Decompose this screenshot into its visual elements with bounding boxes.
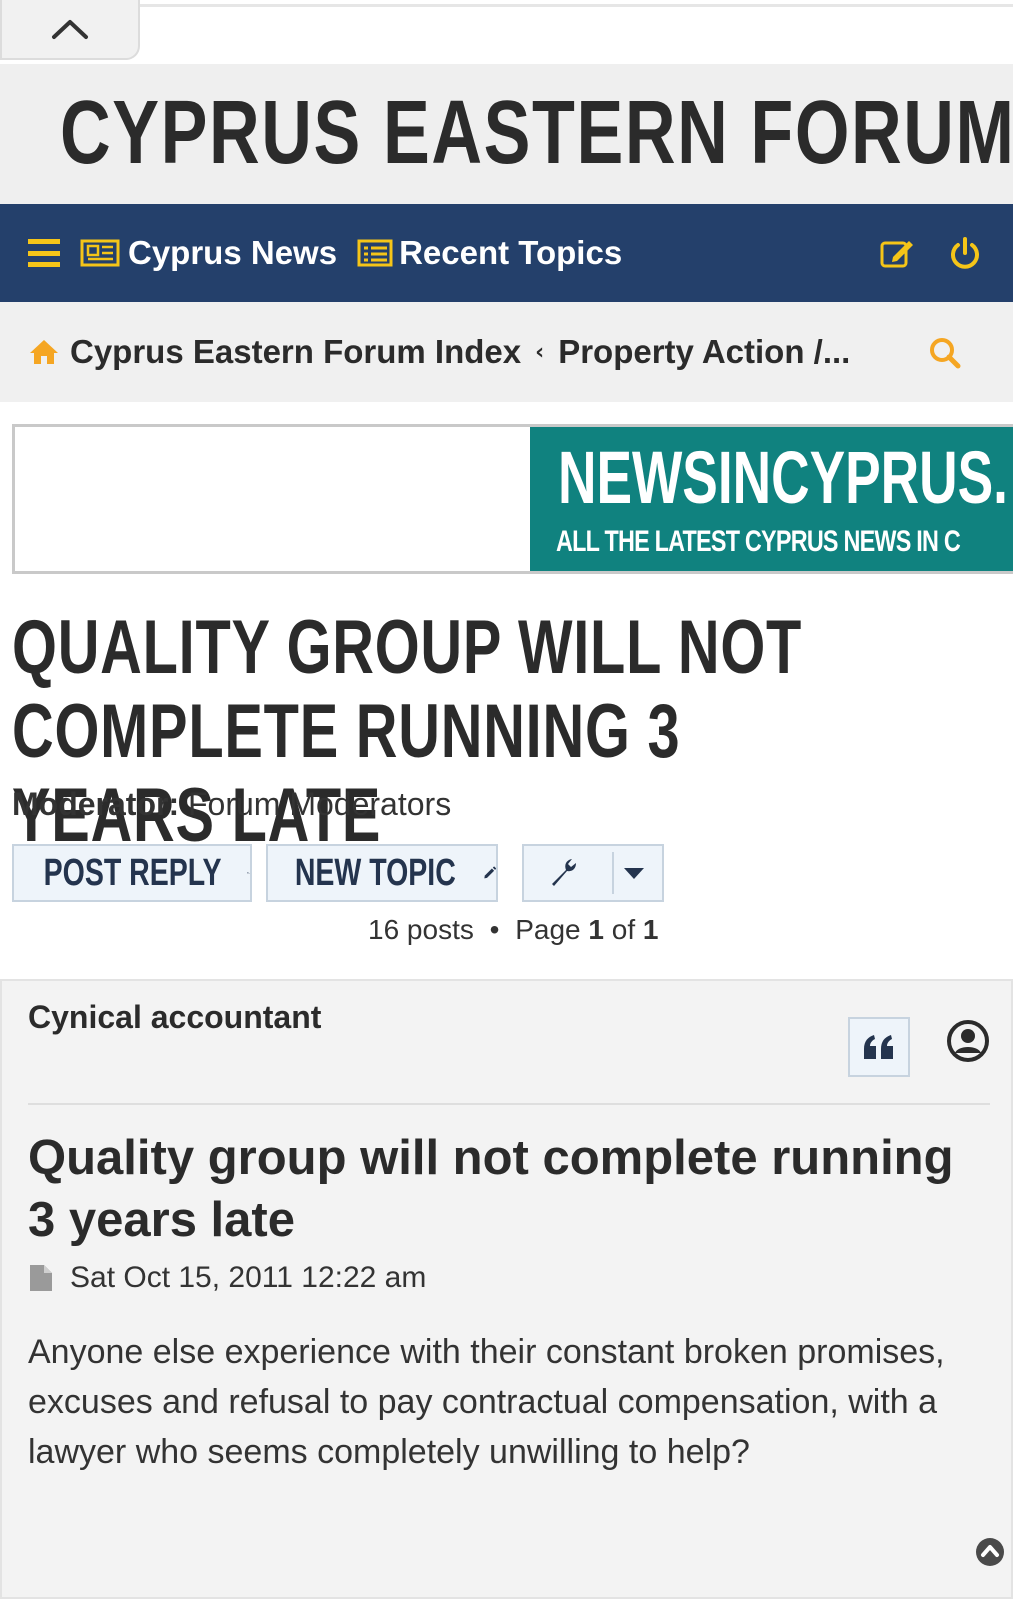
breadcrumb-item-index[interactable]: Cyprus Eastern Forum Index <box>70 333 521 371</box>
post-body: Anyone else experience with their consta… <box>28 1333 945 1471</box>
quote-icon <box>864 1035 893 1059</box>
page-total: 1 <box>642 914 659 945</box>
post-reply-label: POST REPLY <box>43 851 222 894</box>
quote-button[interactable] <box>848 1017 910 1077</box>
post-count: 16 posts <box>368 914 474 945</box>
post-meta: Sat Oct 15, 2011 12:22 am <box>30 1261 426 1295</box>
site-title[interactable]: CYPRUS EASTERN FORUM <box>60 88 1013 178</box>
site-banner: CYPRUS EASTERN FORUM <box>0 64 1013 204</box>
caret-down-icon[interactable] <box>624 868 644 880</box>
ad-panel: NEWSINCYPRUS. ALL THE LATEST CYPRUS NEWS… <box>530 427 1013 571</box>
new-topic-button[interactable]: NEW TOPIC <box>266 844 498 902</box>
moderator-value[interactable]: Forum Moderators <box>188 786 451 822</box>
ad-title: NEWSINCYPRUS. <box>558 436 1008 519</box>
nav-item-recent-topics[interactable]: Recent Topics <box>357 234 622 272</box>
topic-tools-button[interactable] <box>522 844 664 902</box>
reply-icon <box>247 872 250 874</box>
post-date: Sat Oct 15, 2011 12:22 am <box>70 1261 427 1294</box>
power-icon[interactable] <box>949 236 981 270</box>
of-label: of <box>611 914 636 945</box>
new-topic-label: NEW TOPIC <box>294 851 456 894</box>
pencil-icon <box>483 866 496 879</box>
breadcrumb: Cyprus Eastern Forum Index ‹ Property Ac… <box>0 302 1013 402</box>
home-icon[interactable] <box>28 338 60 366</box>
nav-item-label: Recent Topics <box>399 234 623 271</box>
wrench-icon <box>552 859 576 886</box>
file-icon[interactable] <box>30 1265 52 1291</box>
newspaper-icon <box>80 239 120 267</box>
pagination: 16 posts • Page 1 of 1 <box>368 914 659 946</box>
post-author[interactable]: Cynical accountant <box>28 999 321 1036</box>
nav-item-label: Cyprus News <box>128 234 338 271</box>
chevron-up-icon <box>52 20 88 39</box>
post-reply-button[interactable]: POST REPLY <box>12 844 252 902</box>
moderator-line: Moderator: Forum Moderators <box>12 786 451 823</box>
nav-item-cyprus-news[interactable]: Cyprus News <box>80 234 337 272</box>
collapse-button[interactable] <box>0 0 140 60</box>
top-strip <box>0 0 1013 66</box>
post-divider <box>28 1103 990 1105</box>
scroll-to-top-icon[interactable] <box>974 1536 1006 1568</box>
ad-banner[interactable]: NEWSINCYPRUS. ALL THE LATEST CYPRUS NEWS… <box>12 424 1013 574</box>
post: Cynical accountant Quality group will no… <box>0 979 1013 1599</box>
pagination-separator: • <box>489 914 500 945</box>
ad-subtitle: ALL THE LATEST CYPRUS NEWS IN C <box>556 525 961 558</box>
post-title[interactable]: Quality group will not complete running … <box>28 1127 988 1251</box>
profile-icon[interactable] <box>946 1019 990 1063</box>
page-current: 1 <box>588 914 604 945</box>
top-divider <box>140 4 1013 7</box>
hamburger-icon[interactable] <box>28 239 60 267</box>
list-icon <box>357 239 393 267</box>
navbar: Cyprus News Recent Topics <box>0 204 1013 302</box>
breadcrumb-separator: ‹ <box>535 339 545 365</box>
breadcrumb-item-property-action[interactable]: Property Action /... <box>558 333 850 371</box>
button-divider <box>612 852 614 894</box>
edit-icon[interactable] <box>879 237 915 269</box>
nav-right-icons <box>879 204 981 302</box>
moderator-label: Moderator: <box>12 786 180 822</box>
page-label: Page <box>515 914 581 945</box>
search-icon[interactable] <box>928 336 962 370</box>
